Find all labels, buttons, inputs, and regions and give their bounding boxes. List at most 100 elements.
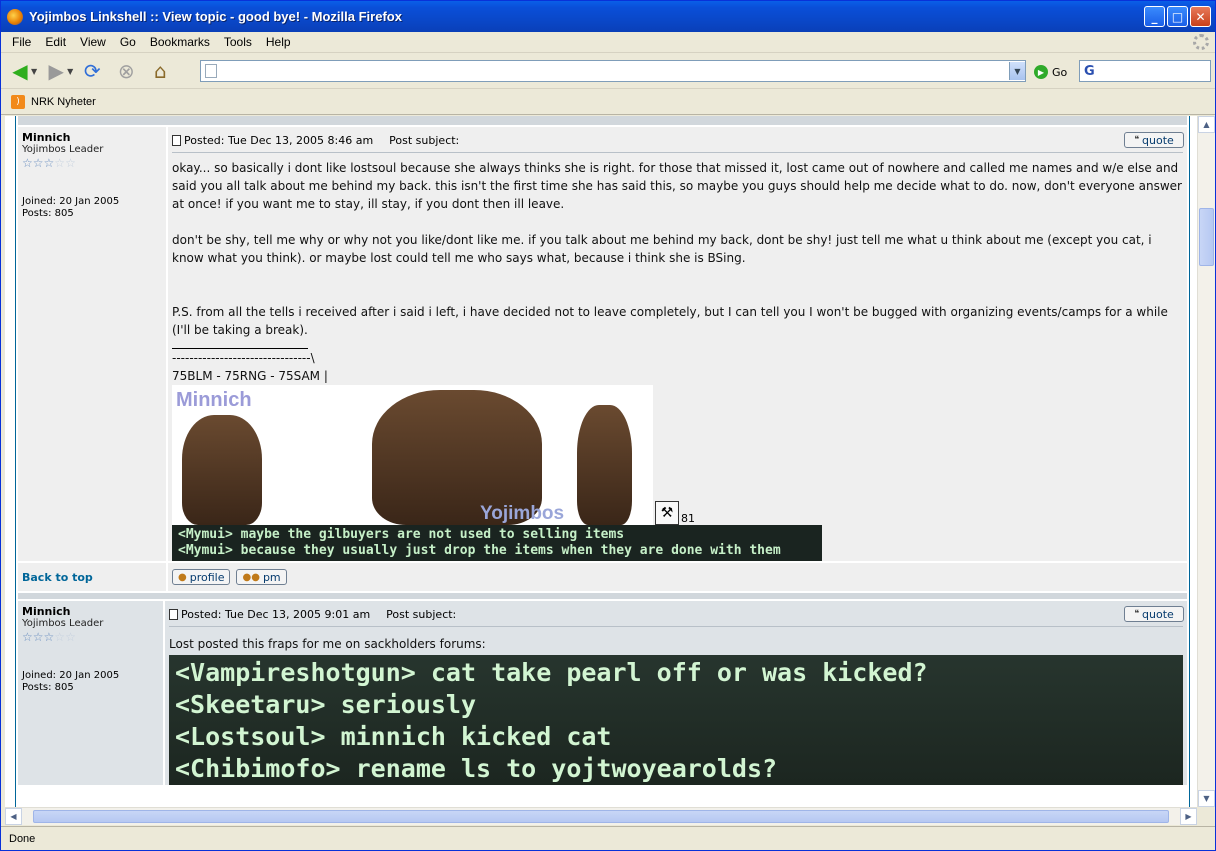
post-body: okay... so basically i dont like lostsou… [172, 153, 1183, 385]
profile-label: profile [189, 570, 225, 584]
quote-button[interactable]: ❝ quote [1124, 132, 1184, 148]
scroll-right-icon[interactable]: ▶ [1180, 808, 1197, 825]
quote-icon: ❝ [1134, 135, 1140, 145]
quote-label: quote [1142, 607, 1174, 621]
menu-bar: File Edit View Go Bookmarks Tools Help [1, 32, 1215, 53]
axe-icon: ⚒ [655, 501, 679, 525]
url-input[interactable] [221, 62, 1009, 80]
post-icon [169, 608, 178, 620]
post-paragraph: Lost posted this fraps for me on sackhol… [169, 637, 486, 651]
menu-edit[interactable]: Edit [38, 35, 73, 49]
post: Minnich Yojimbos Leader ☆☆☆☆☆ Joined: 20… [18, 127, 1187, 561]
window-controls: _ □ ✕ [1144, 6, 1211, 27]
rss-feed-icon: ) [11, 95, 25, 109]
banner-name: Minnich [176, 389, 252, 411]
star-icon: ☆ [43, 156, 55, 170]
scroll-left-icon[interactable]: ◀ [5, 808, 22, 825]
post-footer-left: Back to top [18, 563, 166, 591]
post-header: Posted: Tue Dec 13, 2005 8:46 am Post su… [172, 131, 1183, 149]
minimize-button[interactable]: _ [1144, 6, 1165, 27]
post-author-panel: Minnich Yojimbos Leader ☆☆☆☆☆ Joined: 20… [18, 601, 163, 785]
fraps-chat-image: <Vampireshotgun> cat take pearl off or w… [169, 655, 1183, 785]
page-icon [205, 64, 217, 78]
poster-name: Minnich [22, 131, 71, 144]
horizontal-scrollbar[interactable]: ◀ ▶ [5, 807, 1197, 825]
post-subject-label: Post subject: [389, 133, 460, 147]
status-text: Done [9, 832, 36, 845]
throbber-icon [1193, 34, 1209, 50]
bookmark-nrk-nyheter[interactable]: NRK Nyheter [31, 96, 96, 108]
menu-tools[interactable]: Tools [217, 35, 259, 49]
go-button[interactable]: ▶ Go [1034, 65, 1067, 79]
back-to-top-link[interactable]: Back to top [22, 571, 93, 584]
menu-bookmarks[interactable]: Bookmarks [143, 35, 217, 49]
signature-divider [172, 339, 308, 349]
star-icon: ☆ [32, 630, 44, 644]
chat-line: <Skeetaru> seriously [175, 690, 477, 719]
poster-joined: Joined: 20 Jan 2005 [22, 670, 120, 681]
quote-label: quote [1142, 133, 1174, 147]
close-button[interactable]: ✕ [1190, 6, 1211, 27]
pm-button[interactable]: ●● pm [236, 569, 287, 585]
post-footer-right: ● profile ●● pm [168, 563, 1187, 591]
users-icon: ●● [242, 571, 260, 583]
rank-stars: ☆☆☆☆☆ [22, 156, 162, 170]
post-content: Posted: Tue Dec 13, 2005 8:46 am Post su… [168, 127, 1187, 561]
chat-line: <Mymui> because they usually just drop t… [178, 543, 781, 558]
star-icon: ☆ [43, 630, 55, 644]
signature-jobs: 75BLM - 75RNG - 75SAM | [172, 369, 328, 383]
star-empty-icon: ☆ [54, 630, 66, 644]
menu-go[interactable]: Go [113, 35, 143, 49]
search-bar[interactable]: G [1079, 60, 1211, 82]
quote-button[interactable]: ❝ quote [1124, 606, 1184, 622]
url-dropdown-icon[interactable]: ▼ [1009, 62, 1025, 80]
star-empty-icon: ☆ [65, 156, 76, 170]
chat-line: <Vampireshotgun> cat take pearl off or w… [175, 658, 928, 687]
menu-file[interactable]: File [5, 35, 38, 49]
character-figure [577, 405, 632, 525]
firefox-logo-icon [7, 8, 23, 25]
maximize-button[interactable]: □ [1167, 6, 1188, 27]
reload-icon[interactable]: ⟳ [77, 56, 107, 86]
signature-banner-image: Minnich Yojimbos [172, 385, 653, 525]
character-figure [182, 415, 262, 525]
poster-name: Minnich [22, 605, 71, 618]
post-footer: Back to top ● profile ●● pm [18, 563, 1187, 591]
post: Minnich Yojimbos Leader ☆☆☆☆☆ Joined: 20… [18, 601, 1187, 785]
vertical-scrollbar[interactable]: ▲ ▼ [1197, 116, 1215, 807]
post-paragraph: okay... so basically i dont like lostsou… [172, 161, 1182, 211]
url-bar[interactable]: ▼ [200, 60, 1026, 82]
signature-number: 81 [681, 512, 695, 525]
post-date: Posted: Tue Dec 13, 2005 8:46 am [184, 133, 374, 147]
post-date: Posted: Tue Dec 13, 2005 9:01 am [181, 607, 371, 621]
stop-icon[interactable]: ⊗ [111, 56, 141, 86]
quote-icon: ❝ [1134, 609, 1140, 619]
scroll-up-icon[interactable]: ▲ [1198, 116, 1215, 133]
home-icon[interactable]: ⌂ [145, 56, 175, 86]
forward-history-dropdown-icon[interactable]: ▼ [67, 67, 73, 76]
google-search-icon[interactable]: G [1084, 64, 1095, 79]
chat-line: <Lostsoul> minnich kicked cat [175, 722, 612, 751]
signature-chat-log: <Mymui> maybe the gilbuyers are not used… [172, 525, 822, 561]
horizontal-scroll-thumb[interactable] [33, 810, 1169, 823]
bookmarks-toolbar: ) NRK Nyheter [1, 90, 1215, 115]
star-icon: ☆ [22, 156, 33, 170]
row-separator [18, 593, 1187, 599]
menu-help[interactable]: Help [259, 35, 298, 49]
window-title: Yojimbos Linkshell :: View topic - good … [29, 9, 402, 24]
search-input[interactable] [1098, 62, 1210, 80]
menu-view[interactable]: View [73, 35, 113, 49]
scroll-down-icon[interactable]: ▼ [1198, 790, 1215, 807]
star-empty-icon: ☆ [65, 630, 76, 644]
go-icon: ▶ [1034, 65, 1048, 79]
poster-post-count: Posts: 805 [22, 682, 74, 693]
poster-rank: Yojimbos Leader [22, 144, 104, 155]
signature-dashes: --------------------------------\ [172, 351, 315, 365]
profile-button[interactable]: ● profile [172, 569, 231, 585]
post-subject-label: Post subject: [386, 607, 457, 621]
post-content: Posted: Tue Dec 13, 2005 9:01 am Post su… [165, 601, 1187, 785]
user-icon: ● [178, 571, 187, 583]
page-content: Minnich Yojimbos Leader ☆☆☆☆☆ Joined: 20… [5, 116, 1197, 807]
back-history-dropdown-icon[interactable]: ▼ [31, 67, 37, 76]
vertical-scroll-thumb[interactable] [1199, 208, 1214, 266]
